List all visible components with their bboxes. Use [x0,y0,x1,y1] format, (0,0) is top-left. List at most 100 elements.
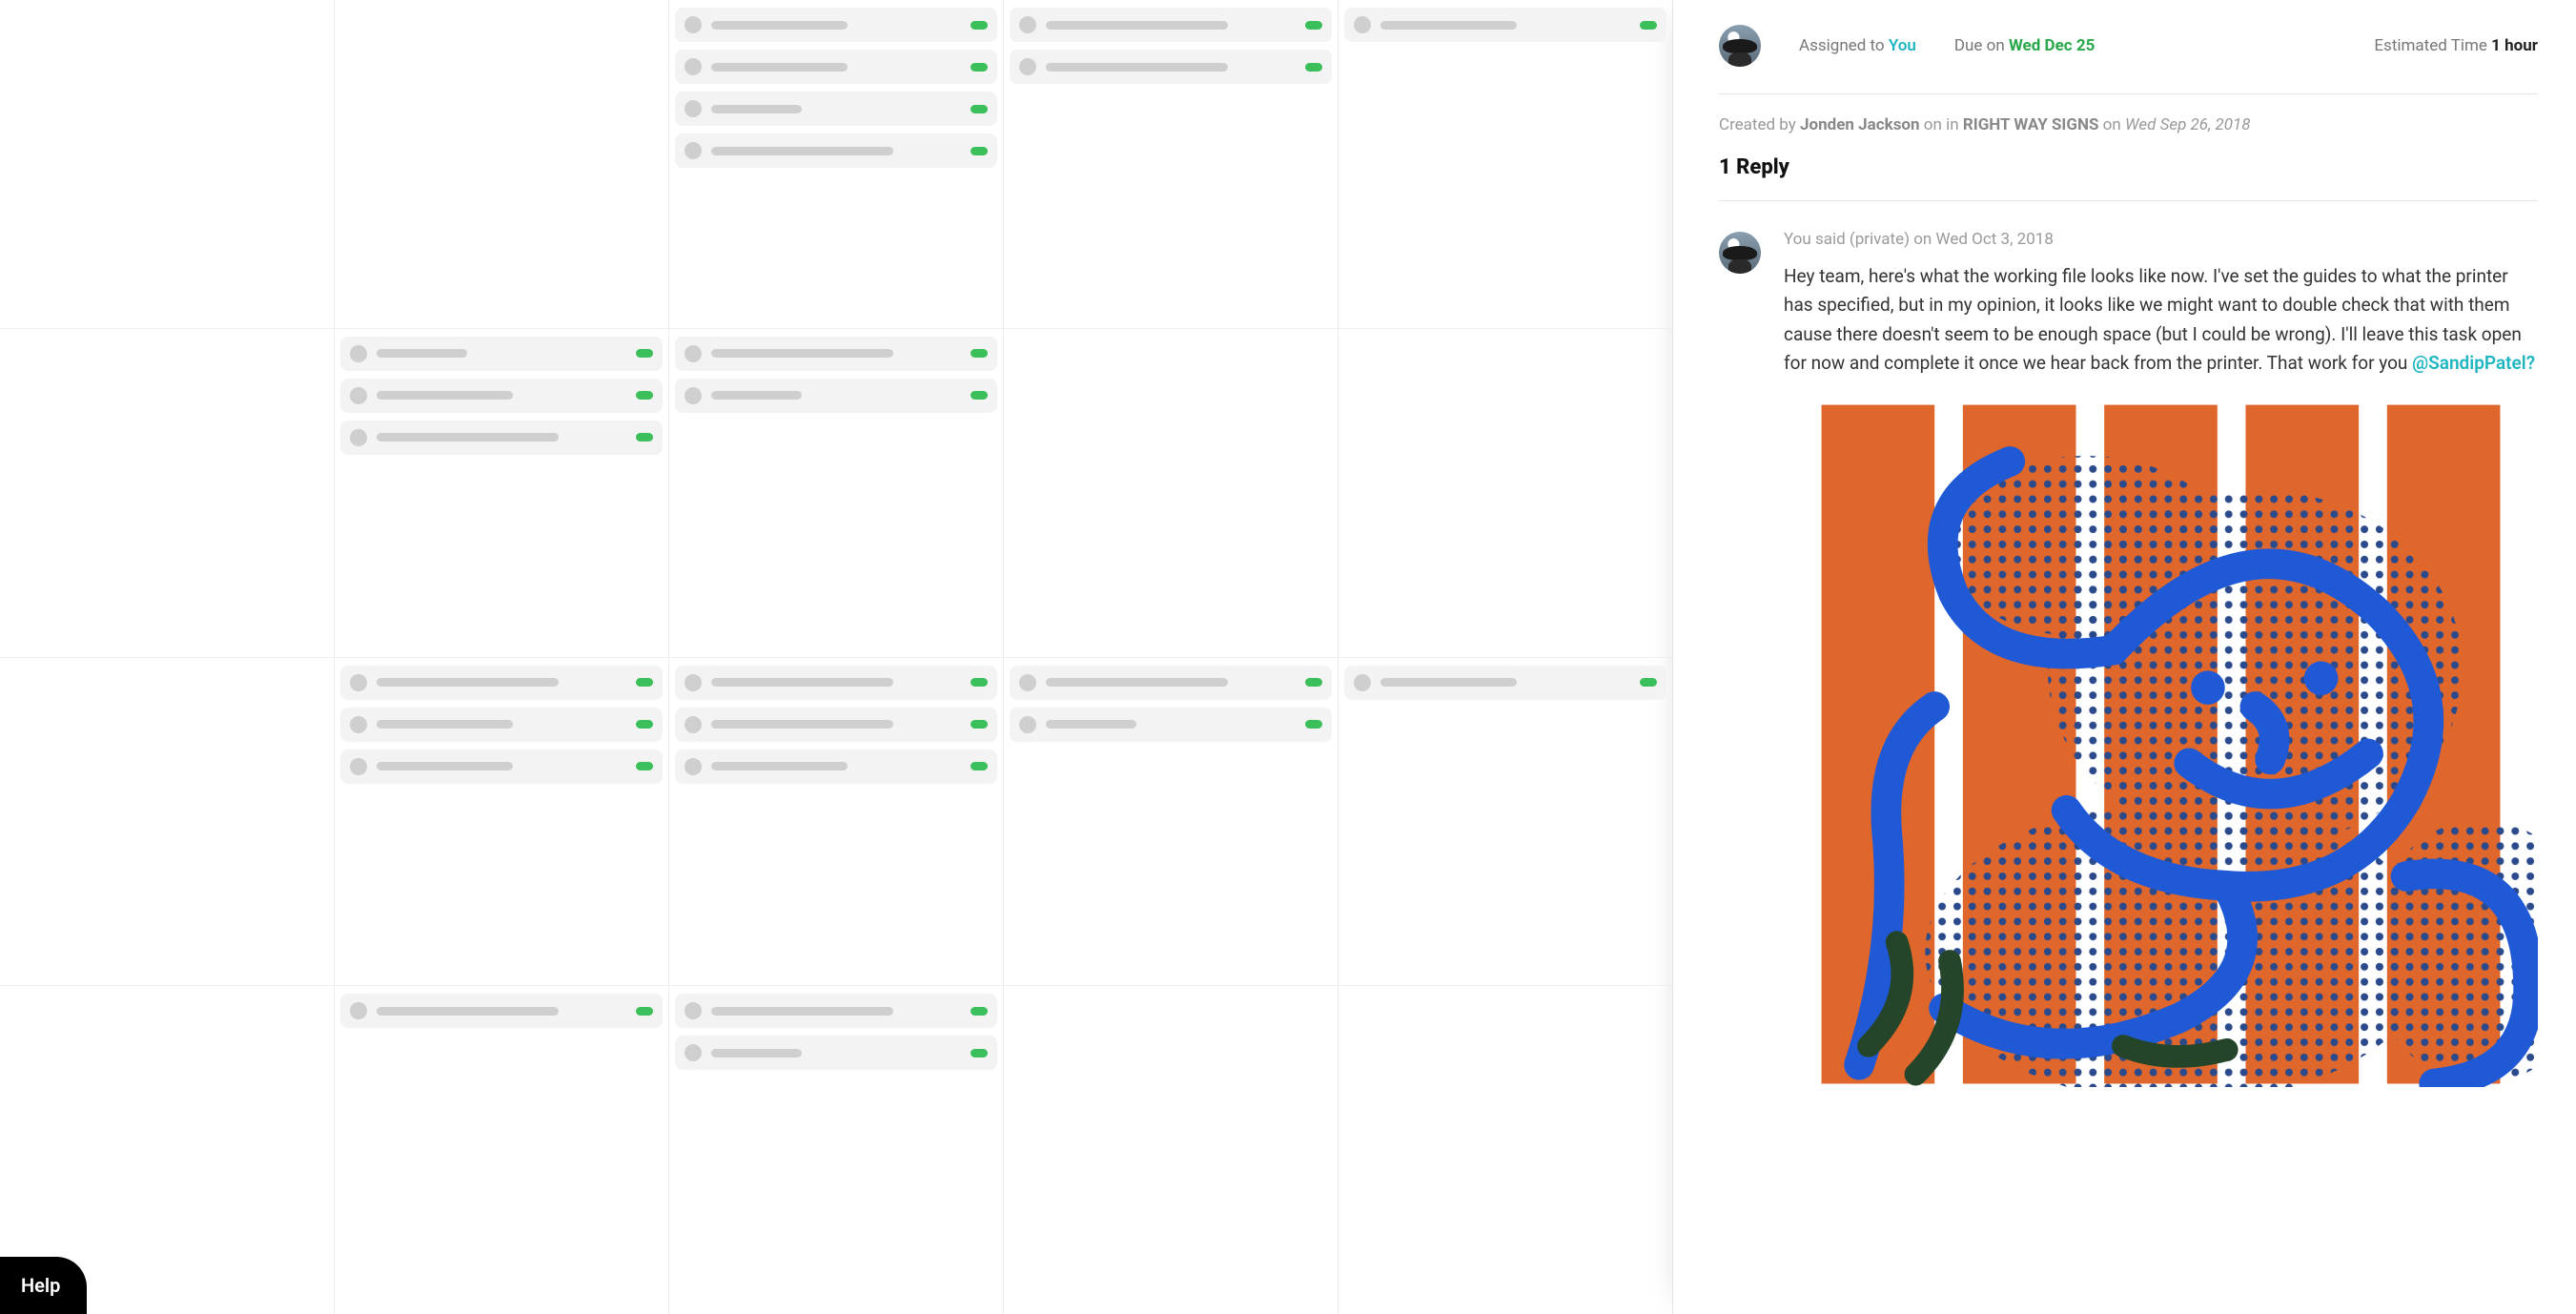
board-cell[interactable] [668,658,1003,986]
task-card[interactable] [340,749,663,784]
task-title-placeholder [377,762,513,770]
reply-avatar[interactable] [1719,232,1761,274]
board-cell[interactable] [0,329,334,657]
task-card[interactable] [340,708,663,742]
created-project[interactable]: RIGHT WAY SIGNS [1963,115,2099,134]
board-rows [0,0,1672,1314]
reply-mention[interactable]: @SandipPatel? [2412,352,2535,374]
due-value: Wed Dec 25 [2009,36,2095,55]
task-title-placeholder [377,678,559,687]
task-card[interactable] [340,994,663,1028]
task-title-placeholder [377,1007,559,1016]
board-cell[interactable] [1003,986,1338,1314]
task-avatar-placeholder [685,387,702,404]
board-cell[interactable] [1003,329,1338,657]
board-cell[interactable] [1003,0,1338,328]
task-card[interactable] [675,133,997,168]
task-title-placeholder [711,21,848,30]
task-card[interactable] [675,666,997,700]
task-card[interactable] [675,50,997,84]
board-cell[interactable] [1338,986,1672,1314]
task-card[interactable] [1010,8,1332,42]
due-on: Due on Wed Dec 25 [1954,36,2095,55]
task-card[interactable] [340,379,663,413]
task-card[interactable] [675,708,997,742]
task-card[interactable] [1344,8,1666,42]
task-title-placeholder [711,1049,802,1057]
task-card[interactable] [1010,708,1332,742]
board-cell[interactable] [334,0,668,328]
task-title-placeholder [1046,21,1228,30]
task-avatar-placeholder [1354,16,1371,33]
board-cell[interactable] [668,329,1003,657]
assigned-to: Assigned to You [1799,36,1916,55]
task-status-pill [636,391,653,400]
task-avatar-placeholder [685,674,702,691]
reply-item: You said (private) on Wed Oct 3, 2018 He… [1719,201,2538,1087]
board-cell[interactable] [668,0,1003,328]
task-title-placeholder [1046,678,1228,687]
task-card[interactable] [675,92,997,126]
created-author[interactable]: Jonden Jackson [1800,115,1920,134]
task-avatar-placeholder [1019,16,1036,33]
board-cell[interactable] [0,658,334,986]
task-title-placeholder [711,63,848,72]
task-title-placeholder [1046,63,1228,72]
task-card[interactable] [675,337,997,371]
task-status-pill [1305,720,1322,729]
task-card[interactable] [675,994,997,1028]
reply-meta: You said (private) on Wed Oct 3, 2018 [1784,230,2538,249]
board-row [0,657,1672,986]
task-status-pill [636,720,653,729]
board-cell[interactable] [1338,329,1672,657]
task-card[interactable] [675,749,997,784]
board-cell[interactable] [1338,658,1672,986]
task-status-pill [1640,21,1657,30]
board-cell[interactable] [1003,658,1338,986]
assignee-avatar[interactable] [1719,25,1761,67]
task-avatar-placeholder [350,674,367,691]
task-title-placeholder [711,105,802,113]
task-title-placeholder [711,678,893,687]
board-cell[interactable] [668,986,1003,1314]
task-card[interactable] [675,1036,997,1070]
task-status-pill [971,105,988,113]
task-card[interactable] [1010,50,1332,84]
task-title-placeholder [377,391,513,400]
board-cell[interactable] [334,658,668,986]
task-card[interactable] [675,379,997,413]
task-card[interactable] [675,8,997,42]
task-avatar-placeholder [1019,58,1036,75]
board-cell[interactable] [0,0,334,328]
task-avatar-placeholder [350,387,367,404]
task-title-placeholder [377,433,559,441]
board-cell[interactable] [334,986,668,1314]
board-cell[interactable] [334,329,668,657]
reply-attachment-image[interactable] [1784,401,2538,1087]
task-title-placeholder [711,349,893,358]
task-avatar-placeholder [1019,674,1036,691]
task-status-pill [1305,678,1322,687]
replies-header: 1 Reply [1719,155,2538,201]
help-button[interactable]: Help [0,1257,87,1314]
task-avatar-placeholder [685,142,702,159]
task-card[interactable] [340,337,663,371]
task-status-pill [971,21,988,30]
board-cell[interactable] [1338,0,1672,328]
task-status-pill [971,147,988,155]
assigned-value[interactable]: You [1889,36,1916,55]
task-status-pill [971,678,988,687]
task-avatar-placeholder [685,716,702,733]
task-status-pill [636,678,653,687]
task-detail-sidebar: Assigned to You Due on Wed Dec 25 Estima… [1672,0,2576,1314]
created-mid: on in [1924,115,1959,134]
task-avatar-placeholder [685,758,702,775]
task-card[interactable] [340,666,663,700]
task-card[interactable] [1010,666,1332,700]
task-title-placeholder [1046,720,1136,729]
task-card[interactable] [1344,666,1666,700]
app-root: Assigned to You Due on Wed Dec 25 Estima… [0,0,2576,1314]
task-avatar-placeholder [1019,716,1036,733]
task-card[interactable] [340,421,663,455]
board-row [0,985,1672,1314]
